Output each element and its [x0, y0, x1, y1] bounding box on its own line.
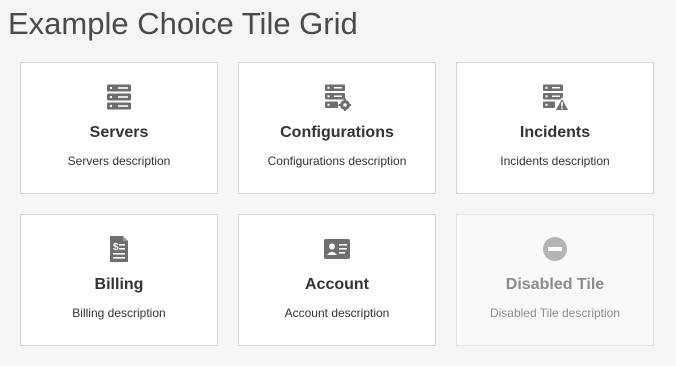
billing-document-icon: $ — [110, 236, 128, 262]
tile-description: Servers description — [67, 154, 171, 168]
tile-title: Configurations — [280, 124, 394, 141]
account-card-icon — [324, 239, 350, 259]
tile-disabled: Disabled Tile Disabled Tile description — [456, 214, 654, 346]
server-stack-icon — [107, 84, 131, 110]
tile-title: Disabled Tile — [505, 276, 605, 293]
tile-description: Billing description — [72, 306, 166, 320]
svg-text:$: $ — [113, 242, 119, 253]
tile-description: Configurations description — [267, 154, 407, 168]
tile-description: Disabled Tile description — [489, 306, 621, 320]
tile-title: Billing — [94, 276, 144, 293]
tile-servers[interactable]: Servers Servers description — [20, 62, 218, 194]
server-warning-icon — [543, 84, 569, 111]
tile-billing[interactable]: $ Billing Billing description — [20, 214, 218, 346]
page: Example Choice Tile Grid Servers Servers… — [0, 0, 676, 366]
tile-title: Account — [305, 276, 369, 293]
tile-description: Account description — [284, 306, 390, 320]
page-title: Example Choice Tile Grid — [8, 6, 358, 41]
tile-account[interactable]: Account Account description — [238, 214, 436, 346]
tile-title: Servers — [89, 124, 149, 141]
tile-configurations[interactable]: Configurations Configurations descriptio… — [238, 62, 436, 194]
tile-description: Incidents description — [500, 154, 610, 168]
server-gear-icon — [325, 84, 351, 111]
choice-tile-grid: Servers Servers description Configuratio… — [20, 62, 654, 346]
tile-title: Incidents — [519, 124, 591, 141]
tile-incidents[interactable]: Incidents Incidents description — [456, 62, 654, 194]
disabled-circle-icon — [543, 237, 567, 261]
